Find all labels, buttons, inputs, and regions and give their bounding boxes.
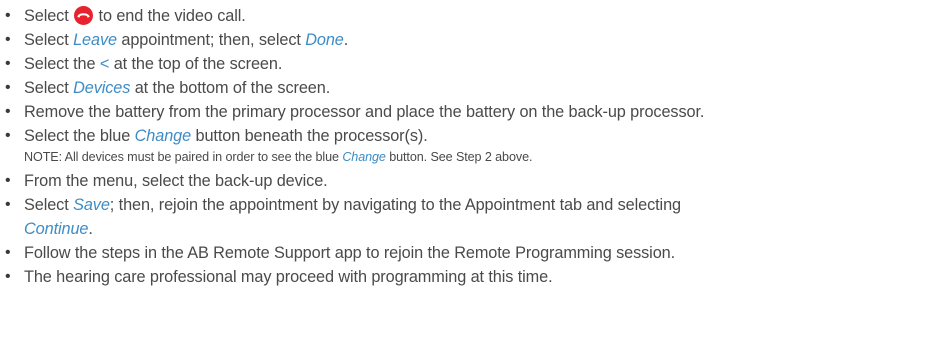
step-text: to end the video call. bbox=[98, 7, 246, 25]
bullet: • bbox=[5, 79, 11, 96]
step-text: Select bbox=[24, 79, 74, 97]
step-text: . bbox=[343, 31, 349, 49]
bullet: • bbox=[5, 196, 11, 213]
leave-term: Leave bbox=[73, 31, 117, 49]
step-text: Select bbox=[24, 196, 74, 214]
devices-term: Devices bbox=[73, 79, 131, 97]
step-text: ; then, rejoin the appointment by naviga… bbox=[109, 196, 681, 214]
list-item: • Select the blue Change button beneath … bbox=[0, 124, 951, 148]
step-text: at the top of the screen. bbox=[109, 55, 283, 73]
hang-up-icon bbox=[74, 6, 94, 25]
note: NOTE: All devices must be paired in orde… bbox=[0, 148, 951, 169]
step-text: appointment; then, select bbox=[116, 31, 306, 49]
step-text: at the bottom of the screen. bbox=[130, 79, 331, 97]
step-text: The hearing care professional may procee… bbox=[24, 268, 553, 286]
bullet: • bbox=[5, 103, 11, 120]
step-text: Select the bbox=[24, 55, 100, 73]
bullet: • bbox=[5, 7, 11, 24]
step-text: button beneath the processor(s). bbox=[191, 127, 428, 145]
step-text: Select bbox=[24, 7, 74, 25]
continue-term: Continue bbox=[24, 220, 89, 238]
done-term: Done bbox=[305, 31, 344, 49]
bullet: • bbox=[5, 268, 11, 285]
change-term: Change bbox=[134, 127, 192, 145]
list-item: • The hearing care professional may proc… bbox=[0, 265, 951, 289]
step-text: Select bbox=[24, 31, 74, 49]
list-item: • Follow the steps in the AB Remote Supp… bbox=[0, 241, 951, 265]
bullet: • bbox=[5, 244, 11, 261]
instruction-list: • Select to end the video call. • Select… bbox=[0, 4, 951, 289]
bullet: • bbox=[5, 127, 11, 144]
step-text: Remove the battery from the primary proc… bbox=[24, 103, 705, 121]
change-term: Change bbox=[342, 150, 386, 164]
list-item: • Select Leave appointment; then, select… bbox=[0, 28, 951, 52]
list-item: • Select Save; then, rejoin the appointm… bbox=[0, 193, 951, 241]
save-term: Save bbox=[73, 196, 110, 214]
list-item: • Select the < at the top of the screen. bbox=[0, 52, 951, 76]
back-chevron-symbol: < bbox=[99, 55, 110, 73]
bullet: • bbox=[5, 55, 11, 72]
list-item: • From the menu, select the back-up devi… bbox=[0, 169, 951, 193]
step-text: Select the blue bbox=[24, 127, 135, 145]
step-text: Follow the steps in the AB Remote Suppor… bbox=[24, 244, 676, 262]
step-text: From the menu, select the back-up device… bbox=[24, 172, 328, 190]
list-item: • Remove the battery from the primary pr… bbox=[0, 100, 951, 124]
list-item: • Select Devices at the bottom of the sc… bbox=[0, 76, 951, 100]
bullet: • bbox=[5, 31, 11, 48]
list-item: • Select to end the video call. bbox=[0, 4, 951, 28]
note-text: button. See Step 2 above. bbox=[385, 150, 533, 164]
bullet: • bbox=[5, 172, 11, 189]
note-text: NOTE: All devices must be paired in orde… bbox=[24, 150, 343, 164]
step-text: . bbox=[88, 220, 93, 238]
